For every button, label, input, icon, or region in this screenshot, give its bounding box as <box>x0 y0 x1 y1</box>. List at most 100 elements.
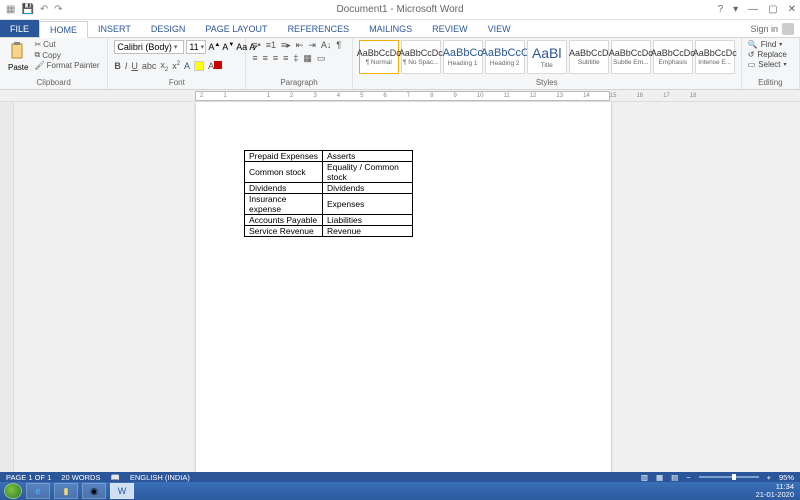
numbering-icon[interactable]: ≡1 <box>266 40 276 51</box>
tab-page-layout[interactable]: PAGE LAYOUT <box>195 20 277 37</box>
taskbar-word[interactable]: W <box>110 483 134 499</box>
tab-insert[interactable]: INSERT <box>88 20 141 37</box>
avatar-icon <box>782 23 794 35</box>
status-page[interactable]: PAGE 1 OF 1 <box>6 473 51 482</box>
undo-icon[interactable]: ↶ <box>40 4 48 15</box>
save-icon[interactable]: 💾 <box>21 4 33 15</box>
brush-icon: 🖌 <box>34 61 44 70</box>
group-label-font: Font <box>114 77 239 87</box>
minimize-icon[interactable]: — <box>748 4 758 15</box>
style-subtitle[interactable]: AaBbCcDSubtitle <box>569 40 609 74</box>
style-emphasis[interactable]: AaBbCcDcEmphasis <box>653 40 693 74</box>
paste-button[interactable]: Paste <box>6 40 30 74</box>
select-icon: ▭ <box>748 60 756 69</box>
table-row[interactable]: Common stockEquality / Common stock <box>245 162 413 183</box>
document-page[interactable]: Prepaid ExpensesAssertsCommon stockEqual… <box>196 102 611 472</box>
style-subtle-em-[interactable]: AaBbCcDcSubtle Em... <box>611 40 651 74</box>
redo-icon[interactable]: ↷ <box>54 4 62 15</box>
taskbar-ie[interactable]: e <box>26 483 50 499</box>
web-layout-icon[interactable]: ▤ <box>671 473 678 482</box>
align-center-icon[interactable]: ≡ <box>263 53 268 64</box>
group-label-clipboard: Clipboard <box>6 77 101 87</box>
style-heading-1[interactable]: AaBbCcHeading 1 <box>443 40 483 74</box>
font-name-combo[interactable]: Calibri (Body)▾ <box>114 40 184 54</box>
cut-button[interactable]: ✂Cut <box>34 40 99 49</box>
taskbar-chrome[interactable]: ◉ <box>82 483 106 499</box>
read-mode-icon[interactable]: ▥ <box>641 473 648 482</box>
select-button[interactable]: ▭Select▾ <box>748 60 787 69</box>
superscript-button[interactable]: x2 <box>172 61 180 71</box>
text-effects-icon[interactable]: A <box>184 61 190 71</box>
styles-gallery[interactable]: AaBbCcDc¶ NormalAaBbCcDc¶ No Spac...AaBb… <box>359 40 735 77</box>
multilevel-icon[interactable]: ≡▸ <box>281 40 291 51</box>
find-button[interactable]: 🔍Find▾ <box>748 40 783 49</box>
status-language[interactable]: ENGLISH (INDIA) <box>130 473 190 482</box>
status-words[interactable]: 20 WORDS <box>61 473 100 482</box>
table-row[interactable]: Accounts PayableLiabilities <box>245 215 413 226</box>
table-row[interactable]: Service RevenueRevenue <box>245 226 413 237</box>
format-painter-button[interactable]: 🖌Format Painter <box>34 61 99 70</box>
shrink-font-icon[interactable]: A▼ <box>222 42 234 52</box>
decrease-indent-icon[interactable]: ⇤ <box>296 40 304 51</box>
increase-indent-icon[interactable]: ⇥ <box>308 40 316 51</box>
table-row[interactable]: Prepaid ExpensesAsserts <box>245 151 413 162</box>
style--normal[interactable]: AaBbCcDc¶ Normal <box>359 40 399 74</box>
line-spacing-icon[interactable]: ‡ <box>293 53 298 64</box>
justify-icon[interactable]: ≡ <box>283 53 288 64</box>
ruler-vertical[interactable] <box>0 102 14 472</box>
highlight-icon[interactable] <box>194 61 204 71</box>
zoom-in-icon[interactable]: + <box>767 473 771 482</box>
replace-icon: ↺ <box>748 50 755 59</box>
word-icon: ▦ <box>6 4 15 15</box>
print-layout-icon[interactable]: ▦ <box>656 473 663 482</box>
tab-home[interactable]: HOME <box>39 21 88 38</box>
style-title[interactable]: AaBlTitle <box>527 40 567 74</box>
show-marks-icon[interactable]: ¶ <box>336 40 341 51</box>
copy-icon: ⧉ <box>34 50 40 60</box>
window-title: Document1 - Microsoft Word <box>336 4 463 15</box>
tab-references[interactable]: REFERENCES <box>278 20 360 37</box>
sign-in[interactable]: Sign in <box>750 20 800 37</box>
start-button[interactable] <box>4 483 22 499</box>
tab-mailings[interactable]: MAILINGS <box>359 20 422 37</box>
strikethrough-button[interactable]: abc <box>142 61 157 71</box>
sort-icon[interactable]: A↓ <box>321 40 332 51</box>
zoom-out-icon[interactable]: − <box>686 473 690 482</box>
help-icon[interactable]: ? <box>718 4 724 15</box>
close-icon[interactable]: ✕ <box>788 4 796 15</box>
bullets-icon[interactable]: ≡• <box>252 40 260 51</box>
shading-icon[interactable]: ▦ <box>303 53 312 64</box>
style--no-spac-[interactable]: AaBbCcDc¶ No Spac... <box>401 40 441 74</box>
style-heading-2[interactable]: AaBbCcCHeading 2 <box>485 40 525 74</box>
ruler-horizontal[interactable]: 21123456789101112131415161718 <box>0 90 800 102</box>
zoom-level[interactable]: 95% <box>779 473 794 482</box>
group-label-editing: Editing <box>748 77 793 87</box>
spellcheck-icon[interactable]: 📖 <box>110 473 119 482</box>
borders-icon[interactable]: ▭ <box>317 53 326 64</box>
tab-file[interactable]: FILE <box>0 20 39 37</box>
system-tray[interactable]: 11:34 21-01-2020 <box>756 483 796 499</box>
align-right-icon[interactable]: ≡ <box>273 53 278 64</box>
zoom-slider[interactable] <box>699 476 759 478</box>
table-row[interactable]: DividendsDividends <box>245 183 413 194</box>
maximize-icon[interactable]: ▢ <box>768 4 777 15</box>
tab-view[interactable]: VIEW <box>478 20 521 37</box>
underline-button[interactable]: U <box>131 61 138 71</box>
document-table[interactable]: Prepaid ExpensesAssertsCommon stockEqual… <box>244 150 413 237</box>
font-color-icon[interactable]: A <box>208 61 222 71</box>
group-label-styles: Styles <box>359 77 735 87</box>
tab-review[interactable]: REVIEW <box>422 20 478 37</box>
table-row[interactable]: Insurance expenseExpenses <box>245 194 413 215</box>
replace-button[interactable]: ↺Replace <box>748 50 787 59</box>
subscript-button[interactable]: x2 <box>160 60 168 73</box>
copy-button[interactable]: ⧉Copy <box>34 50 99 60</box>
align-left-icon[interactable]: ≡ <box>252 53 257 64</box>
bold-button[interactable]: B <box>114 61 121 71</box>
style-intense-e-[interactable]: AaBbCcDcIntense E... <box>695 40 735 74</box>
grow-font-icon[interactable]: A▲ <box>208 42 220 52</box>
ribbon-toggle-icon[interactable]: ▾ <box>733 4 738 15</box>
taskbar-explorer[interactable]: ▮ <box>54 483 78 499</box>
tab-design[interactable]: DESIGN <box>141 20 196 37</box>
font-size-combo[interactable]: 11▾ <box>186 40 206 54</box>
italic-button[interactable]: I <box>125 61 128 71</box>
